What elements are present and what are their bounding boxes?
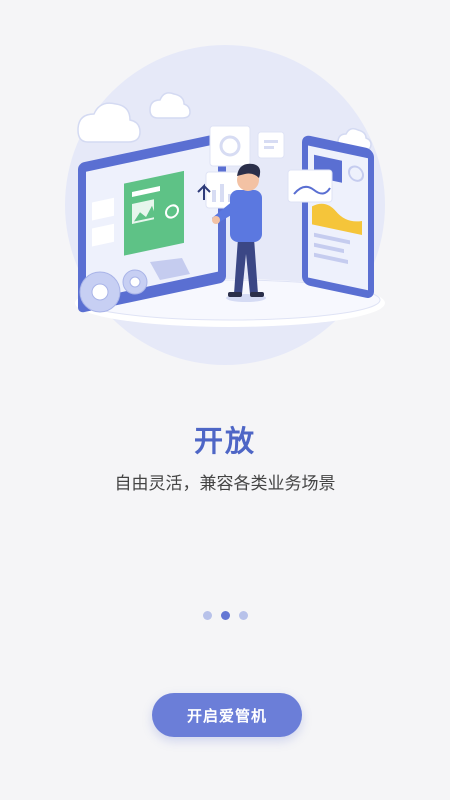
slide-title: 开放 bbox=[193, 424, 256, 458]
page-dot-3[interactable] bbox=[238, 611, 248, 620]
page-indicator bbox=[0, 611, 450, 620]
start-button[interactable]: 开启爱管机 bbox=[152, 693, 302, 737]
open-platform-illustration-icon bbox=[65, 45, 385, 365]
page-dot-2-active[interactable] bbox=[220, 611, 230, 620]
page-dot-1[interactable] bbox=[202, 611, 212, 620]
hero-illustration bbox=[0, 0, 450, 380]
slide-subtitle: 自由灵活，兼容各类业务场景 bbox=[114, 474, 336, 494]
